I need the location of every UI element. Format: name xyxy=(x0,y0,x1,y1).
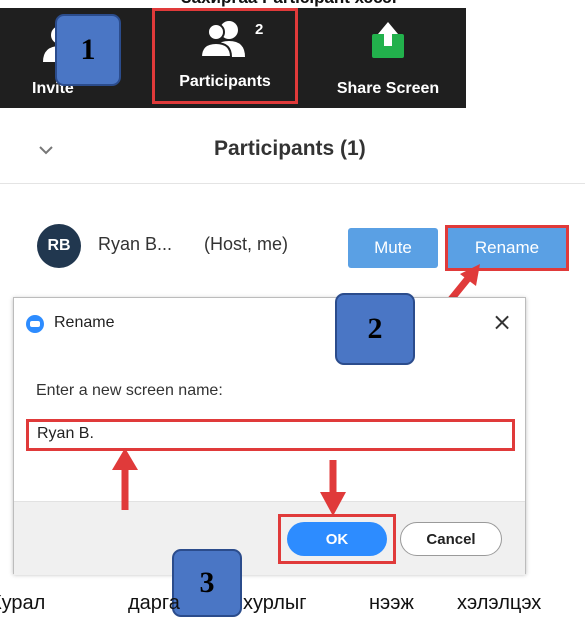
rename-dialog: Rename × Enter a new screen name: Ryan B… xyxy=(13,297,526,575)
dialog-title: Rename xyxy=(54,314,115,331)
participants-button[interactable]: 2 Participants xyxy=(152,8,298,104)
bottom-caption: Курал дарга хурлыг нээж хэлэлцэх xyxy=(0,592,585,617)
share-screen-button[interactable]: Share Screen xyxy=(310,8,466,108)
avatar: RB xyxy=(37,224,81,268)
participants-count-badge: 2 xyxy=(255,21,264,38)
top-caption: Захиргаа Participant хэсэг xyxy=(80,0,500,8)
participant-name: Ryan B... xyxy=(98,234,173,254)
chevron-down-icon[interactable] xyxy=(38,141,54,160)
mute-button[interactable]: Mute xyxy=(348,228,438,268)
screen-name-input[interactable]: Ryan B. xyxy=(26,419,515,451)
arrow-to-ok-icon xyxy=(320,460,346,516)
dialog-titlebar: Rename × xyxy=(14,298,525,348)
participants-panel-header: Participants (1) xyxy=(0,125,585,175)
arrow-to-input-icon xyxy=(112,448,138,510)
close-icon[interactable]: × xyxy=(492,308,512,336)
caption-word: Курал xyxy=(0,592,46,614)
panel-divider xyxy=(0,183,585,184)
share-screen-icon xyxy=(368,20,408,65)
participants-label: Participants xyxy=(179,73,271,90)
caption-word: дарга xyxy=(128,592,180,614)
participant-role: (Host, me) xyxy=(204,234,289,254)
screen-name-prompt: Enter a new screen name: xyxy=(36,382,223,399)
participants-icon xyxy=(199,19,251,64)
cancel-button[interactable]: Cancel xyxy=(400,522,502,556)
ok-button[interactable]: OK xyxy=(287,522,387,556)
share-screen-label: Share Screen xyxy=(336,80,440,97)
zoom-logo-icon xyxy=(26,315,44,333)
caption-word: нээж xyxy=(369,592,414,614)
participants-panel-title: Participants (1) xyxy=(214,137,366,160)
step-2-callout: 2 xyxy=(335,293,415,365)
caption-word: хурлыг xyxy=(243,592,307,614)
step-1-callout: 1 xyxy=(55,14,121,86)
caption-word: хэлэлцэх xyxy=(457,592,542,614)
